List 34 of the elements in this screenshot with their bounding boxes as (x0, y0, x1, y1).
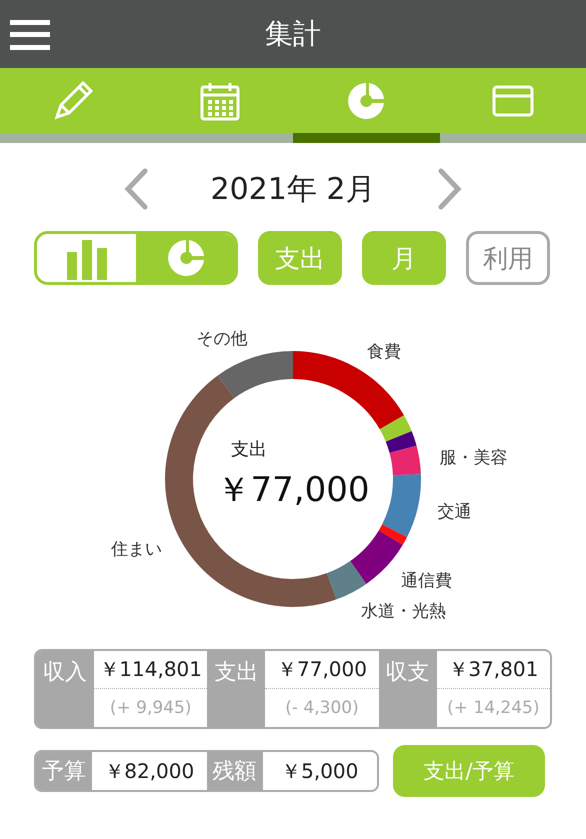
segment-label: 食費 (367, 342, 402, 362)
menu-icon (10, 20, 50, 50)
expense-budget-button[interactable]: 支出/予算 (393, 745, 545, 797)
budget-heading: 予算 (36, 752, 92, 790)
menu-button[interactable] (10, 20, 50, 50)
center-label: 支出 (231, 439, 267, 460)
filter-button[interactable]: 利用 (466, 231, 550, 285)
total-value: ￥37,801 (436, 651, 550, 689)
change-value: (- 4,300) (284, 697, 360, 720)
card-icon (492, 84, 534, 116)
pencil-icon (53, 80, 94, 120)
chart-type-toggle[interactable] (136, 234, 235, 282)
change-value: (+ 9,945) (108, 697, 192, 720)
segment-label: 服・美容 (439, 448, 508, 468)
change-value: (+ 14,245) (446, 697, 541, 720)
donut-chart-icon (166, 238, 206, 278)
filter-button[interactable]: 支出 (258, 231, 342, 285)
screen-title: 集計 (265, 16, 321, 52)
segment-label: 水道・光熱 (361, 601, 446, 622)
calendar-icon (200, 80, 240, 120)
segment-label: 交通 (438, 502, 472, 522)
budget-heading: 残額 (206, 752, 262, 790)
donut-chart-icon (346, 80, 386, 120)
segment-label: その他 (196, 329, 248, 350)
segment-label: 通信費 (401, 570, 452, 591)
total-heading: 収支 (378, 651, 437, 727)
period-label: 2021年 2月 (210, 170, 376, 208)
total-heading: 収入 (36, 651, 94, 727)
chart-type-switch[interactable] (34, 231, 238, 285)
total-heading: 支出 (207, 651, 266, 727)
filter-button[interactable]: 月 (362, 231, 446, 285)
center-total: ￥77,000 (216, 470, 370, 510)
segment-label: 住まい (111, 539, 162, 560)
budget-value: ￥5,000 (262, 752, 377, 790)
